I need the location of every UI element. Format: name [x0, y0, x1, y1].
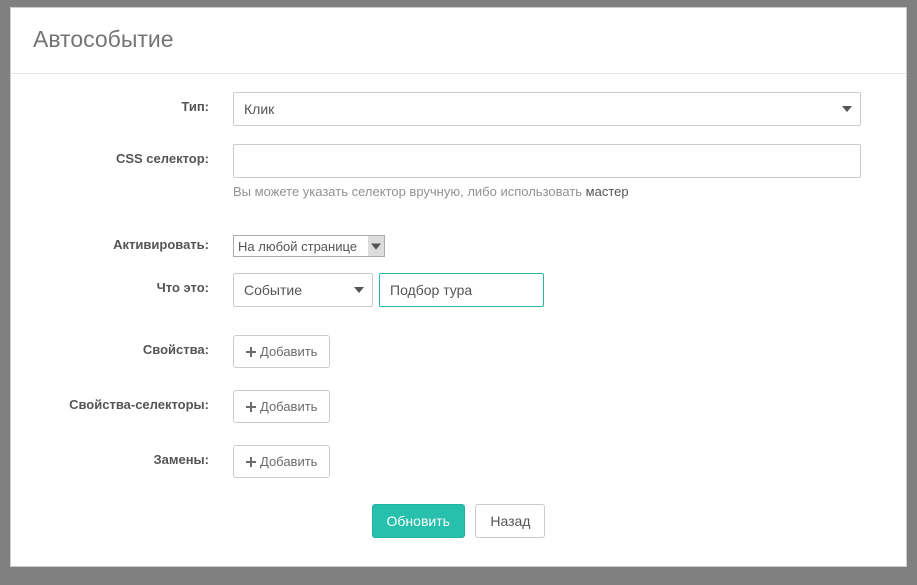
row-activate: Активировать: На любой странице: [33, 235, 884, 257]
properties-selectors-label: Свойства-селекторы:: [33, 390, 233, 412]
back-button[interactable]: Назад: [475, 504, 545, 538]
master-link[interactable]: мастер: [586, 184, 629, 199]
add-replacement-button[interactable]: Добавить: [233, 445, 330, 478]
activate-select[interactable]: На любой странице: [233, 235, 385, 257]
add-label: Добавить: [260, 344, 317, 359]
activate-label: Активировать:: [33, 235, 233, 252]
add-label: Добавить: [260, 454, 317, 469]
plus-icon: [246, 402, 256, 412]
modal-header: Автособытие: [11, 8, 906, 74]
autoevent-modal: Автособытие Тип: Клик CSS селектор: Вы м…: [10, 7, 907, 567]
plus-icon: [246, 457, 256, 467]
plus-icon: [246, 347, 256, 357]
help-prefix: Вы можете указать селектор вручную, либо…: [233, 184, 586, 199]
footer-buttons: Обновить Назад: [33, 496, 884, 538]
row-whatis: Что это: Событие: [33, 273, 884, 307]
type-label: Тип:: [33, 92, 233, 114]
add-property-selector-button[interactable]: Добавить: [233, 390, 330, 423]
modal-body: Тип: Клик CSS селектор: Вы можете указат…: [11, 74, 906, 548]
row-type: Тип: Клик: [33, 92, 884, 126]
add-label: Добавить: [260, 399, 317, 414]
css-selector-help: Вы можете указать селектор вручную, либо…: [233, 184, 884, 199]
whatis-label: Что это:: [33, 273, 233, 295]
row-replacements: Замены: Добавить: [33, 445, 884, 478]
replacements-label: Замены:: [33, 445, 233, 467]
submit-button[interactable]: Обновить: [372, 504, 465, 538]
properties-label: Свойства:: [33, 335, 233, 357]
row-css-selector: CSS селектор: Вы можете указать селектор…: [33, 144, 884, 199]
whatis-select[interactable]: Событие: [233, 273, 373, 307]
row-properties: Свойства: Добавить: [33, 335, 884, 368]
css-selector-label: CSS селектор:: [33, 144, 233, 166]
type-select[interactable]: Клик: [233, 92, 861, 126]
add-property-button[interactable]: Добавить: [233, 335, 330, 368]
whatis-text-input[interactable]: [379, 273, 544, 307]
css-selector-input[interactable]: [233, 144, 861, 178]
modal-title: Автособытие: [33, 26, 884, 53]
row-properties-selectors: Свойства-селекторы: Добавить: [33, 390, 884, 423]
